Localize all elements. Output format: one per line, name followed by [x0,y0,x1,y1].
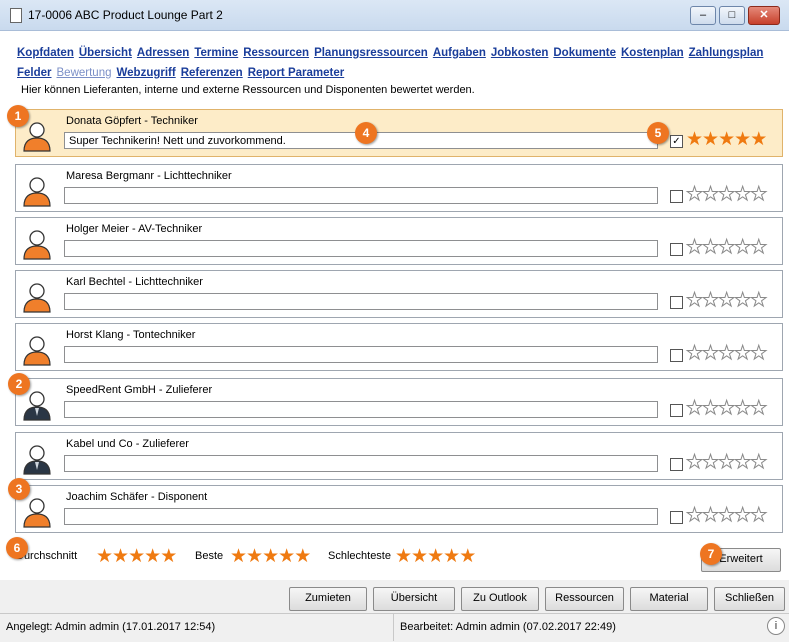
star-rating[interactable]: ★★★★★ [685,289,767,312]
star-rating[interactable]: ★★★★★ [686,128,767,151]
comment-input[interactable] [64,187,658,204]
rating-checkbox[interactable]: ✓ [670,135,683,148]
rating-checkbox[interactable] [670,243,683,256]
nav-link-3[interactable]: Termine [194,47,238,59]
rating-card[interactable]: SpeedRent GmbH - Zulieferer ★★★★★ [15,378,783,426]
star-rating[interactable]: ★★★★★ [685,342,767,365]
rating-name: SpeedRent GmbH - Zulieferer [66,384,213,396]
rating-card[interactable]: Maresa Bergmanr - Lichttechniker ★★★★★ [15,164,783,212]
rating-name: Karl Bechtel - Lichttechniker [66,276,203,288]
comment-input[interactable] [64,240,658,257]
nav-link-8[interactable]: Dokumente [553,47,616,59]
close-button[interactable]: ✕ [748,6,780,25]
zumieten-button[interactable]: Zumieten [289,587,367,611]
comment-input[interactable] [64,346,658,363]
callout-badge: 1 [7,105,29,127]
rating-card[interactable]: Holger Meier - AV-Techniker ★★★★★ [15,217,783,265]
callout-badge: 3 [8,478,30,500]
edited-status: Bearbeitet: Admin admin (07.02.2017 22:4… [400,621,616,633]
nav-link-5[interactable]: Planungsressourcen [314,47,428,59]
rating-checkbox[interactable] [670,296,683,309]
rating-checkbox[interactable] [670,511,683,524]
worst-stars: ★★★★★ [395,546,476,567]
page-hint: Hier können Lieferanten, interne und ext… [21,84,475,96]
comment-input[interactable] [64,455,658,472]
best-label: Beste [195,550,224,562]
window-title: 17-0006 ABC Product Lounge Part 2 [28,8,223,22]
star-rating[interactable]: ★★★★★ [685,451,767,474]
nav-link-0[interactable]: Kopfdaten [17,47,74,59]
nav-link-9[interactable]: Kostenplan [621,47,684,59]
rating-name: Kabel und Co - Zulieferer [66,438,189,450]
ressourcen-button[interactable]: Ressourcen [545,587,624,611]
comment-input[interactable] [64,508,658,525]
title-bar: 17-0006 ABC Product Lounge Part 2 – □ ✕ [0,0,789,31]
rating-name: Horst Klang - Tontechniker [66,329,196,341]
rating-name: Holger Meier - AV-Techniker [66,223,203,235]
rating-checkbox[interactable] [670,349,683,362]
nav-link-13[interactable]: Webzugriff [117,67,176,79]
star-rating[interactable]: ★★★★★ [685,397,767,420]
document-icon [10,8,22,23]
nav-link-2[interactable]: Adressen [137,47,189,59]
person-avatar-icon [20,227,54,261]
nav-link-6[interactable]: Aufgaben [433,47,486,59]
nav-link-1[interactable]: Übersicht [79,47,132,59]
nav-link-4[interactable]: Ressourcen [243,47,309,59]
created-status: Angelegt: Admin admin (17.01.2017 12:54) [6,621,216,633]
best-stars: ★★★★★ [230,546,311,567]
nav-link-7[interactable]: Jobkosten [491,47,549,59]
info-icon[interactable]: i [767,617,785,635]
rating-card[interactable]: Karl Bechtel - Lichttechniker ★★★★★ [15,270,783,318]
average-stars: ★★★★★ [96,546,177,567]
outlook-button[interactable]: Zu Outlook [461,587,539,611]
rating-card[interactable]: Kabel und Co - Zulieferer ★★★★★ [15,432,783,480]
comment-input[interactable] [64,293,658,310]
nav-link-15[interactable]: Report Parameter [248,67,345,79]
person-avatar-icon [20,280,54,314]
status-separator [393,613,394,641]
rating-checkbox[interactable] [670,458,683,471]
worst-label: Schlechteste [328,550,391,562]
schliessen-button[interactable]: Schließen [714,587,785,611]
tab-navigation: Kopfdaten Übersicht Adressen Termine Ressour… [17,43,782,83]
rating-name: Maresa Bergmanr - Lichttechniker [66,170,232,182]
callout-badge: 6 [6,537,28,559]
rating-name: Joachim Schäfer - Disponent [66,491,208,503]
nav-link-14[interactable]: Referenzen [181,67,243,79]
callout-badge: 5 [647,122,669,144]
rating-name: Donata Göpfert - Techniker [66,115,198,127]
material-button[interactable]: Material [630,587,708,611]
supplier-avatar-icon [20,442,54,476]
nav-link-12[interactable]: Bewertung [57,67,112,79]
rating-card[interactable]: Horst Klang - Tontechniker ★★★★★ [15,323,783,371]
person-avatar-icon [20,495,54,529]
minimize-button[interactable]: – [690,6,716,25]
person-avatar-icon [20,333,54,367]
nav-link-11[interactable]: Felder [17,67,52,79]
nav-link-10[interactable]: Zahlungsplan [689,47,764,59]
callout-badge: 4 [355,122,377,144]
person-avatar-icon [20,174,54,208]
rating-card[interactable]: Joachim Schäfer - Disponent ★★★★★ [15,485,783,533]
star-rating[interactable]: ★★★★★ [685,236,767,259]
rating-checkbox[interactable] [670,190,683,203]
callout-badge: 2 [8,373,30,395]
uebersicht-button[interactable]: Übersicht [373,587,455,611]
rating-checkbox[interactable] [670,404,683,417]
maximize-button[interactable]: □ [719,6,745,25]
callout-badge: 7 [700,543,722,565]
comment-input[interactable] [64,401,658,418]
star-rating[interactable]: ★★★★★ [685,183,767,206]
star-rating[interactable]: ★★★★★ [685,504,767,527]
